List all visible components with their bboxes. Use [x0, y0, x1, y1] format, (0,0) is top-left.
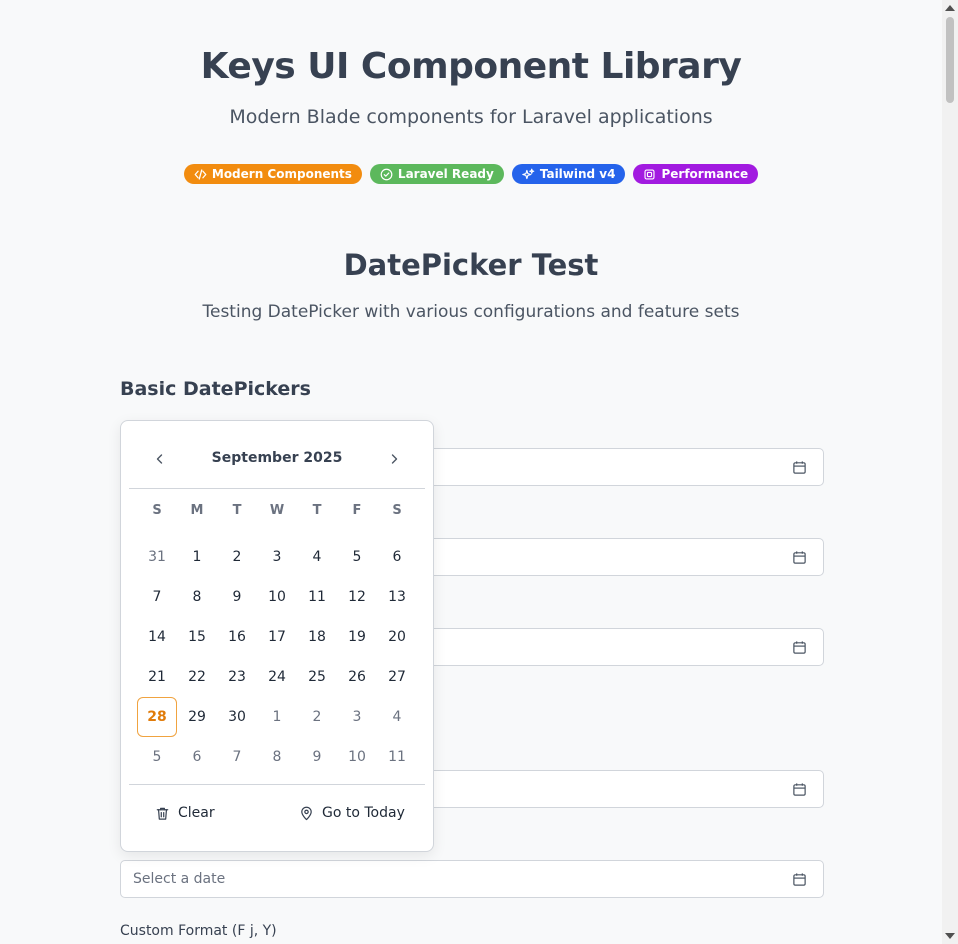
weekday-header: M — [190, 502, 204, 518]
calendar-day[interactable]: 9 — [297, 737, 337, 777]
clear-button[interactable]: Clear — [155, 805, 215, 821]
calendar-day[interactable]: 6 — [177, 737, 217, 777]
calendar-icon[interactable] — [792, 872, 807, 887]
datepicker-placeholder: Select a date — [133, 871, 226, 887]
badge-laravel-ready: Laravel Ready — [369, 164, 504, 184]
scroll-thumb[interactable] — [946, 17, 954, 103]
calendar-popup: September 2025 S M T W T F S 31 1 2 3 4 5 6 7 8 9 10 11 12 1… — [120, 420, 434, 852]
badge-tailwind-v4: Tailwind v4 — [511, 164, 626, 184]
scrollbar[interactable] — [942, 0, 958, 944]
calendar-day[interactable]: 29 — [177, 697, 217, 737]
badge-label: Performance — [661, 167, 749, 181]
calendar-icon[interactable] — [792, 782, 807, 797]
calendar-day[interactable]: 10 — [257, 577, 297, 617]
calendar-day[interactable]: 18 — [297, 617, 337, 657]
page: Keys UI Component Library Modern Blade c… — [0, 0, 942, 944]
feature-badges: Modern Components Laravel Ready Tailwind… — [0, 164, 942, 184]
go-to-today-button[interactable]: Go to Today — [299, 805, 405, 821]
cpu-icon — [644, 168, 656, 180]
calendar-day[interactable]: 1 — [257, 697, 297, 737]
calendar-grid: S M T W T F S 31 1 2 3 4 5 6 7 8 9 10 11 12 13 14 15 16 17 18 19 20… — [137, 495, 417, 777]
clear-label: Clear — [178, 805, 215, 821]
calendar-footer: Clear Go to Today — [121, 799, 433, 829]
weekday-header: T — [232, 502, 242, 518]
map-pin-icon — [301, 806, 312, 820]
badge-label: Tailwind v4 — [539, 167, 616, 181]
scroll-up-arrow-icon[interactable] — [945, 5, 955, 11]
scroll-down-arrow-icon[interactable] — [945, 933, 955, 939]
calendar-day[interactable]: 16 — [217, 617, 257, 657]
section-subtitle: Testing DatePicker with various configur… — [202, 302, 740, 322]
calendar-day[interactable]: 31 — [137, 537, 177, 577]
calendar-day[interactable]: 7 — [217, 737, 257, 777]
weekday-header: W — [269, 502, 285, 518]
calendar-day[interactable]: 6 — [377, 537, 417, 577]
calendar-day[interactable]: 15 — [177, 617, 217, 657]
badge-performance: Performance — [633, 164, 759, 184]
calendar-day[interactable]: 30 — [217, 697, 257, 737]
divider — [129, 488, 425, 489]
calendar-day[interactable]: 17 — [257, 617, 297, 657]
calendar-day[interactable]: 24 — [257, 657, 297, 697]
calendar-day[interactable]: 5 — [137, 737, 177, 777]
calendar-day[interactable]: 3 — [257, 537, 297, 577]
today-label: Go to Today — [322, 805, 405, 821]
page-title: Keys UI Component Library — [200, 46, 742, 87]
section-title: DatePicker Test — [343, 248, 599, 282]
code-icon — [194, 168, 207, 180]
calendar-day[interactable]: 4 — [297, 537, 337, 577]
check-circle-icon — [380, 168, 393, 180]
calendar-day[interactable]: 9 — [217, 577, 257, 617]
datepicker-input[interactable]: Select a date — [120, 860, 824, 898]
calendar-icon[interactable] — [792, 640, 807, 655]
badge-label: Modern Components — [211, 167, 352, 181]
weekday-header: F — [352, 502, 362, 518]
calendar-day[interactable]: 25 — [297, 657, 337, 697]
calendar-header: September 2025 — [121, 421, 433, 489]
calendar-day[interactable]: 11 — [377, 737, 417, 777]
calendar-day[interactable]: 14 — [137, 617, 177, 657]
calendar-day[interactable]: 1 — [177, 537, 217, 577]
weekday-header: T — [312, 502, 322, 518]
calendar-day[interactable]: 20 — [377, 617, 417, 657]
page-subtitle: Modern Blade components for Laravel appl… — [229, 106, 713, 128]
calendar-day[interactable]: 13 — [377, 577, 417, 617]
calendar-day[interactable]: 2 — [217, 537, 257, 577]
calendar-day[interactable]: 12 — [337, 577, 377, 617]
calendar-day[interactable]: 4 — [377, 697, 417, 737]
weekday-header: S — [152, 502, 162, 518]
sparkles-icon — [522, 168, 535, 179]
calendar-icon[interactable] — [792, 550, 807, 565]
group-title: Basic DatePickers — [120, 378, 311, 400]
weekday-header: S — [392, 502, 402, 518]
chevron-right-icon — [391, 454, 398, 464]
custom-format-label: Custom Format (F j, Y) — [120, 923, 277, 939]
trash-icon — [156, 807, 169, 820]
calendar-day[interactable]: 7 — [137, 577, 177, 617]
calendar-day[interactable]: 2 — [297, 697, 337, 737]
calendar-day[interactable]: 3 — [337, 697, 377, 737]
calendar-day[interactable]: 11 — [297, 577, 337, 617]
calendar-day[interactable]: 5 — [337, 537, 377, 577]
calendar-day[interactable]: 21 — [137, 657, 177, 697]
calendar-day[interactable]: 23 — [217, 657, 257, 697]
calendar-day[interactable]: 8 — [177, 577, 217, 617]
badge-modern-components: Modern Components — [183, 164, 362, 184]
calendar-day-today[interactable]: 28 — [137, 697, 177, 737]
calendar-day[interactable]: 22 — [177, 657, 217, 697]
calendar-day[interactable]: 10 — [337, 737, 377, 777]
calendar-day[interactable]: 26 — [337, 657, 377, 697]
divider — [129, 784, 425, 785]
next-month-button[interactable] — [384, 449, 404, 469]
calendar-icon[interactable] — [792, 460, 807, 475]
badge-label: Laravel Ready — [397, 167, 494, 181]
calendar-day[interactable]: 27 — [377, 657, 417, 697]
calendar-day[interactable]: 19 — [337, 617, 377, 657]
calendar-day[interactable]: 8 — [257, 737, 297, 777]
